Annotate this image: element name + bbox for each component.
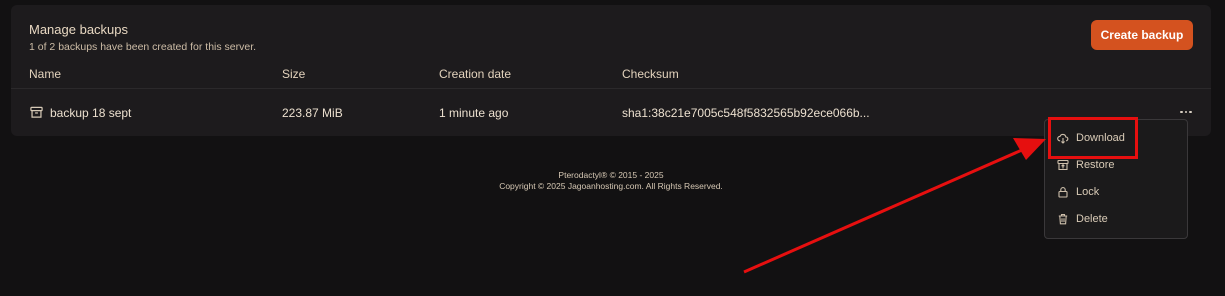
annotation-arrow [743,138,1046,274]
annotation-arrow-line [743,148,1023,274]
annotation-arrow-head [1013,138,1046,160]
